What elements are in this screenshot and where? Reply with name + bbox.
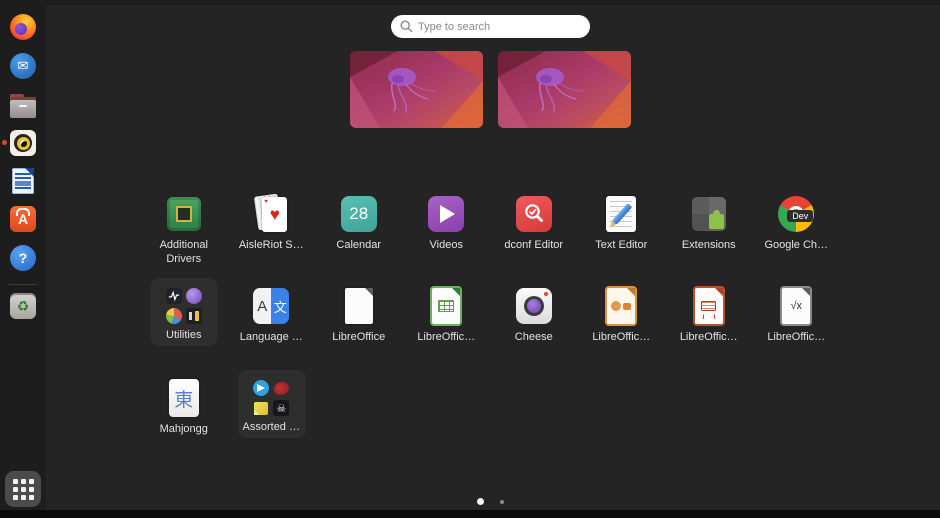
app-label: dconf Editor [504, 239, 564, 251]
app-mahjongg[interactable]: 東 Mahjongg [140, 370, 228, 462]
dock-ubuntu-software-button[interactable]: A [10, 206, 36, 232]
dock-firefox-button[interactable] [10, 14, 36, 40]
app-aisleriot[interactable]: ♥ ♥ AisleRiot S… [228, 186, 316, 278]
dock-separator [9, 284, 37, 285]
firefox-icon [10, 14, 36, 40]
dock-trash-button[interactable]: ♻ [10, 293, 36, 319]
app-libreoffice-impress[interactable]: LibreOffic… [578, 278, 666, 370]
app-grid: Additional Drivers ♥ ♥ AisleRiot S… 28 Ca… [140, 186, 840, 462]
chrome-icon: Dev [778, 196, 815, 232]
characters-icon [185, 308, 202, 324]
app-label: Mahjongg [159, 423, 208, 435]
search-icon [400, 20, 413, 33]
thunderbird-icon: ✉ [10, 53, 36, 79]
workspace-thumbnail-1[interactable] [350, 51, 483, 128]
app-calendar[interactable]: 28 Calendar [315, 186, 403, 278]
notification-dot [2, 140, 7, 145]
app-label: Extensions [681, 239, 736, 251]
ubuntu-software-icon: A [10, 206, 36, 232]
app-label: LibreOffice [332, 331, 386, 343]
app-label: LibreOffic… [592, 331, 651, 343]
play-icon [428, 196, 465, 232]
app-label: LibreOffic… [679, 331, 738, 343]
formula-icon: √x [782, 288, 811, 324]
app-cheese[interactable]: Cheese [490, 278, 578, 370]
sphere-icon [185, 288, 202, 304]
search-input[interactable] [391, 15, 590, 38]
files-icon [10, 94, 36, 118]
tile-icon: 東 [168, 379, 199, 417]
apps-grid-icon [12, 478, 34, 500]
bottom-edge-bar [0, 510, 940, 518]
dock-rhythmbox-button[interactable] [10, 130, 36, 156]
sticky-note-icon [253, 400, 269, 416]
app-additional-drivers[interactable]: Additional Drivers [140, 186, 228, 278]
dock-libreoffice-writer-button[interactable] [10, 168, 36, 194]
app-label: AisleRiot S… [238, 239, 304, 251]
folder-label: Utilities [166, 329, 202, 341]
folder-icon: ☠ [253, 380, 290, 416]
workspace-thumbnail-2[interactable] [498, 51, 631, 128]
dock: ✉ A ? ♻ [0, 0, 46, 510]
app-libreoffice[interactable]: LibreOffice [315, 278, 403, 370]
app-label: Videos [429, 239, 463, 251]
app-label: LibreOffic… [417, 331, 476, 343]
jellyfish-wallpaper [350, 51, 483, 128]
jellyfish-wallpaper [498, 51, 631, 128]
puzzle-icon [691, 197, 726, 231]
libreoffice-writer-icon [12, 168, 34, 194]
folder-label: Assorted … [242, 421, 300, 433]
folder-icon [165, 288, 202, 324]
app-libreoffice-draw[interactable]: LibreOffic… [665, 278, 753, 370]
spreadsheet-icon [432, 288, 461, 324]
telegram-icon [253, 380, 270, 396]
trash-icon: ♻ [10, 293, 36, 319]
paper-pencil-icon [606, 196, 637, 232]
dock-thunderbird-button[interactable]: ✉ [10, 53, 36, 79]
pie-chart-icon [165, 308, 182, 324]
show-applications-button[interactable] [5, 471, 41, 507]
app-label: Additional Drivers [159, 239, 208, 265]
app-videos[interactable]: Videos [403, 186, 491, 278]
logs-icon [165, 288, 182, 304]
page-dot-active[interactable] [477, 498, 484, 505]
app-label: Text Editor [595, 239, 648, 251]
dock-files-button[interactable] [10, 93, 36, 119]
presenter-icon [607, 288, 636, 324]
app-label: Language … [239, 331, 303, 343]
translate-icon: A文 [253, 288, 290, 324]
app-libreoffice-math[interactable]: √x LibreOffic… [753, 278, 841, 370]
dev-badge: Dev [787, 210, 814, 222]
app-dconf-editor[interactable]: dconf Editor [490, 186, 578, 278]
help-icon: ? [10, 245, 36, 271]
dragon-icon [273, 380, 289, 396]
calendar-icon: 28 [340, 196, 377, 232]
app-extensions[interactable]: Extensions [665, 186, 753, 278]
document-icon [344, 288, 373, 324]
app-language-support[interactable]: A文 Language … [228, 278, 316, 370]
app-label: Calendar [336, 239, 382, 251]
app-label: Cheese [514, 331, 553, 343]
app-text-editor[interactable]: Text Editor [578, 186, 666, 278]
easel-icon [694, 288, 723, 324]
app-folder-assorted[interactable]: ☠ Assorted … [228, 370, 316, 462]
app-libreoffice-calc[interactable]: LibreOffic… [403, 278, 491, 370]
app-folder-utilities[interactable]: Utilities [140, 278, 228, 370]
top-edge-strip [0, 0, 940, 5]
page-dot-inactive[interactable] [500, 500, 504, 504]
app-label: LibreOffic… [767, 331, 826, 343]
playing-cards-icon: ♥ ♥ [254, 193, 288, 233]
chip-icon [166, 197, 201, 231]
magnifier-check-icon [515, 196, 552, 232]
skull-icon: ☠ [273, 400, 290, 416]
camera-icon [515, 288, 552, 324]
dock-help-button[interactable]: ? [10, 245, 36, 271]
search-bar [391, 15, 590, 38]
rhythmbox-icon [10, 130, 36, 156]
app-label: Google Ch… [764, 239, 829, 251]
app-google-chrome-dev[interactable]: Dev Google Ch… [753, 186, 841, 278]
